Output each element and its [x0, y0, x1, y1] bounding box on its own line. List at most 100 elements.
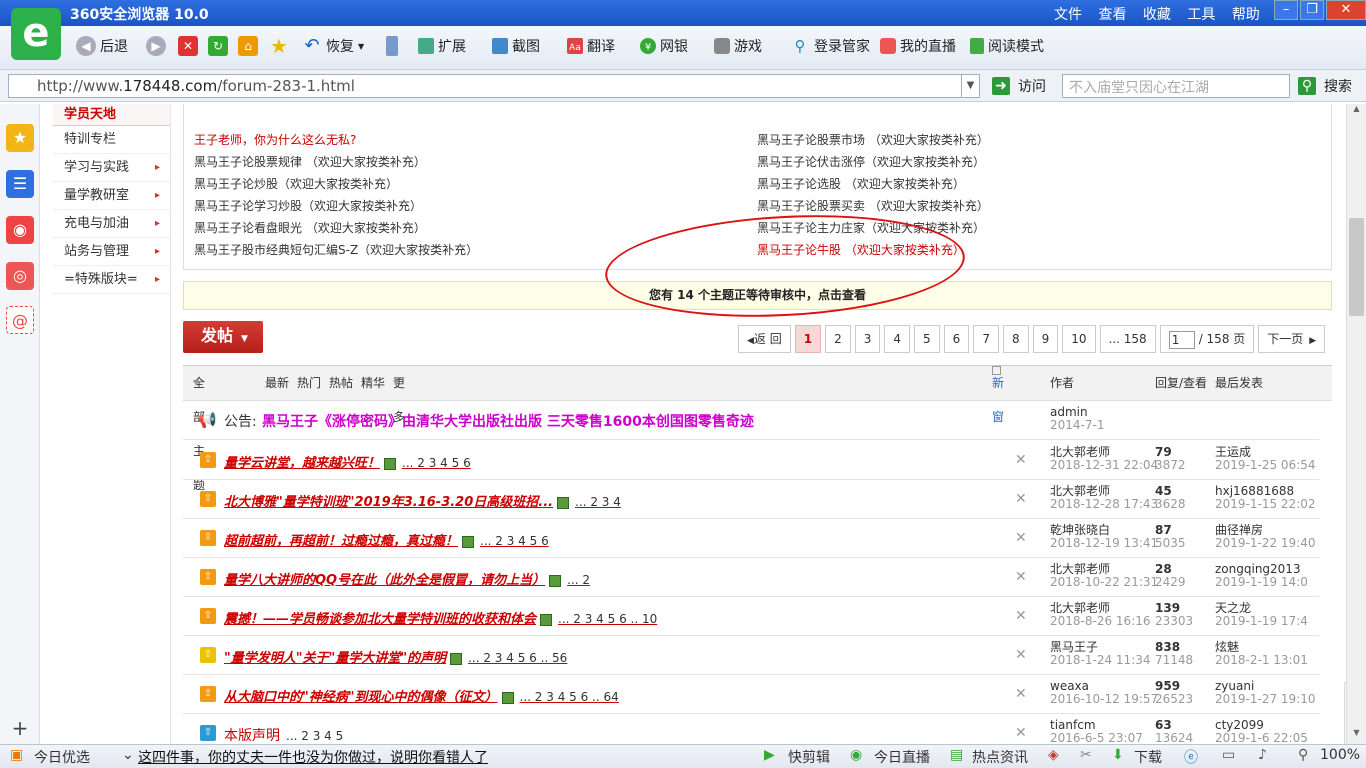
category-link[interactable]: 黑马王子论炒股（欢迎大家按类补充）	[194, 173, 478, 195]
page-button[interactable]: 2	[825, 325, 851, 353]
page-next-button[interactable]: 下一页 ▶	[1258, 325, 1326, 353]
page-button[interactable]: 1	[794, 325, 822, 353]
category-link[interactable]: 黑马王子论学习炒股（欢迎大家按类补充）	[194, 195, 478, 217]
login-manager-button[interactable]: ⚲ 登录管家	[790, 36, 871, 56]
volume-icon[interactable]: ♪	[1258, 747, 1267, 763]
page-button[interactable]: 3	[854, 325, 881, 353]
vertical-scrollbar[interactable]: ▲ ▼	[1346, 104, 1366, 744]
page-prev-button[interactable]: ◀返 回	[738, 325, 791, 353]
thread-pages[interactable]: ... 2 3 4 5 6 .. 56	[468, 651, 567, 665]
thread-pages[interactable]: ... 2 3 4 5 6 .. 64	[520, 690, 619, 704]
page-button[interactable]: 10	[1062, 325, 1096, 353]
thread-title[interactable]: 从大脑口中的"神经病"到现心中的偶像（征文）... 2 3 4 5 6 .. 6…	[224, 686, 619, 705]
news-icon[interactable]: ☰	[6, 170, 34, 198]
close-icon[interactable]: ✕	[1015, 686, 1027, 702]
thread-row[interactable]: ⇧ 超前超前，再超前！过瘾过瘾，真过瘾！... 2 3 4 5 6 ✕ 乾坤张晓白 20…	[183, 519, 1319, 558]
filter-hot-posts[interactable]: 热帖	[329, 366, 353, 400]
thread-title[interactable]: 超前超前，再超前！过瘾过瘾，真过瘾！... 2 3 4 5 6	[224, 530, 549, 549]
zoom-level[interactable]: 100%	[1320, 747, 1360, 763]
sidenav-item-charge[interactable]: 充电与加油 ▸	[53, 210, 170, 238]
search-input[interactable]: 不入庙堂只因心在江湖	[1062, 74, 1290, 98]
sidenav-item-special-board[interactable]: =特殊版块= ▸	[53, 266, 170, 294]
ie-icon[interactable]: ⓔ	[1184, 747, 1198, 767]
sidenav-item-students[interactable]: 学员天地	[53, 104, 170, 126]
filter-hot[interactable]: 热门	[297, 366, 321, 400]
weibo-icon[interactable]: ◎	[6, 262, 34, 290]
close-icon[interactable]: ✕	[1015, 725, 1027, 741]
thread-title[interactable]: 震撼！——学员畅谈参加北大量学特训班的收获和体会... 2 3 4 5 6 ..…	[224, 608, 657, 627]
reading-mode-button[interactable]: 阅读模式	[970, 36, 1044, 56]
maximize-button[interactable]: ❐	[1300, 0, 1324, 20]
mail-icon[interactable]: @	[6, 306, 34, 334]
refresh-button[interactable]: ↻	[208, 36, 232, 56]
back-button[interactable]: ◀ 后退	[76, 36, 128, 56]
close-icon[interactable]: ✕	[1015, 452, 1027, 468]
my-live-button[interactable]: 我的直播	[880, 36, 956, 56]
page-button[interactable]: 9	[1032, 325, 1059, 353]
thread-row[interactable]: ⇧ 震撼！——学员畅谈参加北大量学特训班的收获和体会... 2 3 4 5 6 .…	[183, 597, 1319, 636]
forward-button[interactable]: ▶	[146, 36, 170, 56]
page-button[interactable]: 5	[914, 325, 940, 353]
scroll-down-icon[interactable]: ▼	[1347, 728, 1366, 744]
today-picks[interactable]: 今日优选	[34, 747, 90, 767]
download-button[interactable]: 下载	[1134, 747, 1162, 767]
extensions-button[interactable]: 扩展	[418, 36, 466, 56]
page-button[interactable]: 8	[1002, 325, 1029, 353]
search-button[interactable]: ⚲ 搜索	[1298, 76, 1352, 96]
page-button[interactable]: ... 158	[1099, 325, 1156, 353]
thread-title[interactable]: 北大博雅"量学特训班"2019年3.16-3.20日高级班招...... 2 3…	[224, 491, 621, 510]
sidenav-item-research[interactable]: 量学教研室 ▸	[53, 182, 170, 210]
thread-row[interactable]: ⇧ 量学云讲堂，越来越兴旺！... 2 3 4 5 6 ✕ 北大郭老师 2018-12-…	[183, 441, 1319, 480]
menu-tools[interactable]: 工具	[1187, 7, 1215, 23]
category-link[interactable]: 黑马王子论选股 （欢迎大家按类补充）	[757, 173, 989, 195]
thread-title[interactable]: 量学八大讲师的QQ号在此（此外全是假冒，请勿上当）... 2	[224, 569, 590, 588]
filter-latest[interactable]: 最新	[265, 366, 289, 400]
menu-favorites[interactable]: 收藏	[1143, 7, 1171, 23]
tool-icon[interactable]: ✂	[1080, 747, 1092, 763]
thread-pages[interactable]: ... 2 3 4 5 6	[480, 534, 549, 548]
category-link[interactable]: 王子老师，你为什么这么无私?	[194, 129, 478, 151]
thread-row[interactable]: ⇧ 本版声明... 2 3 4 5 ✕ tianfcm 2016-6-5 23:07 63…	[183, 714, 1319, 744]
category-link[interactable]: 黑马王子论股票规律 （欢迎大家按类补充）	[194, 151, 478, 173]
scroll-up-icon[interactable]: ▲	[1347, 104, 1366, 120]
thread-row[interactable]: ⇧ 从大脑口中的"神经病"到现心中的偶像（征文）... 2 3 4 5 6 .. …	[183, 675, 1319, 714]
page-button[interactable]: 4	[884, 325, 911, 353]
quick-clip-button[interactable]: 快剪辑	[788, 747, 830, 767]
scroll-thumb[interactable]	[1349, 218, 1364, 316]
close-icon[interactable]: ✕	[1015, 647, 1027, 663]
game-icon[interactable]: ◉	[6, 216, 34, 244]
announcement-row[interactable]: 📢 公告: 黑马王子《涨停密码》由清华大学出版社出版 三天零售1600本创国图零…	[183, 401, 1319, 440]
close-icon[interactable]: ✕	[1015, 530, 1027, 546]
shield-icon[interactable]: ◈	[1048, 747, 1059, 763]
url-input[interactable]: http://www.178448.com/forum-283-1.html ▼	[8, 74, 980, 98]
category-link[interactable]: 黑马王子股市经典短句汇编S-Z（欢迎大家按类补充）	[194, 239, 478, 261]
minimize-button[interactable]: –	[1274, 0, 1298, 20]
visit-button[interactable]: ➜ 访问	[992, 76, 1046, 96]
games-button[interactable]: 游戏	[714, 36, 762, 56]
category-link[interactable]: 黑马王子论股票买卖 （欢迎大家按类补充）	[757, 195, 989, 217]
menu-view[interactable]: 查看	[1098, 7, 1126, 23]
thread-row[interactable]: ⇧ "量学发明人"关于"量学大讲堂"的声明... 2 3 4 5 6 .. 56 ✕…	[183, 636, 1319, 675]
category-link[interactable]: 黑马王子论看盘眼光 （欢迎大家按类补充）	[194, 217, 478, 239]
favorites-icon[interactable]: ★	[6, 124, 34, 152]
thread-title[interactable]: "量学发明人"关于"量学大讲堂"的声明... 2 3 4 5 6 .. 56	[224, 647, 567, 666]
restore-button[interactable]: ↶ 恢复 ▼	[302, 36, 364, 56]
close-icon[interactable]: ✕	[1015, 491, 1027, 507]
new-post-button[interactable]: 发帖 ▼	[183, 321, 263, 353]
category-link[interactable]: 黑马王子论伏击涨停（欢迎大家按类补充）	[757, 151, 989, 173]
translate-button[interactable]: Aa 翻译	[567, 36, 615, 56]
url-dropdown-icon[interactable]: ▼	[961, 75, 979, 97]
home-button[interactable]: ⌂	[238, 36, 262, 56]
phone-button[interactable]	[386, 36, 402, 56]
thread-pages[interactable]: ... 2 3 4 5	[286, 729, 343, 743]
sidenav-item-special[interactable]: 特训专栏	[53, 126, 170, 154]
close-icon[interactable]: ✕	[1015, 569, 1027, 585]
thread-title[interactable]: 本版声明... 2 3 4 5	[224, 725, 343, 744]
browser-logo[interactable]: e	[11, 8, 61, 60]
news-ticker[interactable]: 这四件事，你的丈夫一件也没为你做过，说明你看错人了	[138, 747, 488, 767]
today-live-button[interactable]: 今日直播	[874, 747, 930, 767]
sidenav-item-study[interactable]: 学习与实践 ▸	[53, 154, 170, 182]
close-button[interactable]: ✕	[1326, 0, 1366, 20]
thread-row[interactable]: ⇧ 量学八大讲师的QQ号在此（此外全是假冒，请勿上当）... 2 ✕ 北大郭老师 201…	[183, 558, 1319, 597]
screenshot-button[interactable]: 截图	[492, 36, 540, 56]
